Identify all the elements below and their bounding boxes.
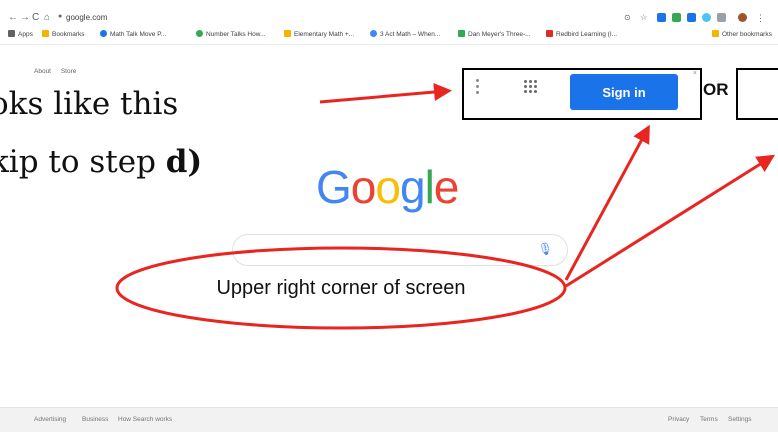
menu-kebab-icon[interactable]: ⋮ <box>756 12 765 24</box>
bookmarks-bar: Apps Bookmarks Math Talk Move P... Numbe… <box>0 28 778 45</box>
bookmark-item[interactable]: Dan Meyer's Three-... <box>458 30 531 38</box>
arrow-to-signin <box>564 124 650 281</box>
bookmark-item[interactable]: Math Talk Move P... <box>100 30 166 38</box>
signin-callout-box: Sign in × <box>462 68 702 120</box>
apps-grid-icon[interactable] <box>524 80 538 93</box>
star-icon[interactable]: ☆ <box>640 12 647 24</box>
logo-letter: G <box>316 161 352 213</box>
bookmark-item[interactable]: Bookmarks <box>42 30 85 38</box>
profile-avatar[interactable] <box>738 13 747 22</box>
bookmark-item[interactable]: Redbird Learning (I... <box>546 30 617 38</box>
alternate-callout-box <box>736 68 778 120</box>
advertising-link[interactable]: Advertising <box>34 416 66 423</box>
bookmark-item[interactable]: 3 Act Math – When... <box>370 30 440 38</box>
more-options-icon[interactable] <box>476 79 480 97</box>
settings-link[interactable]: Settings <box>728 416 752 423</box>
about-link[interactable]: About <box>34 68 51 75</box>
forward-icon[interactable]: → <box>20 12 30 24</box>
logo-letter: o <box>350 161 377 213</box>
other-bookmarks[interactable]: Other bookmarks <box>712 30 772 38</box>
bookmark-item[interactable]: Apps <box>8 30 33 38</box>
close-icon: × <box>692 70 697 77</box>
instruction-line-1: oks like this <box>0 86 179 122</box>
lock-icon: ● <box>58 13 63 20</box>
page-footer: Advertising Business How Search works Ad… <box>0 407 778 432</box>
business-link[interactable]: Business <box>82 416 108 423</box>
extension-icon[interactable] <box>687 13 696 22</box>
store-link[interactable]: Store <box>61 68 77 75</box>
home-icon[interactable]: ⌂ <box>44 12 50 24</box>
logo-letter: o <box>375 161 401 213</box>
extension-icon[interactable] <box>672 13 681 22</box>
how-search-works-link[interactable]: How Search works <box>118 416 172 423</box>
sign-in-button[interactable]: Sign in <box>570 74 678 110</box>
arrow-to-alternate <box>565 154 776 288</box>
bookmark-item[interactable]: Elementary Math +... <box>284 30 354 38</box>
logo-letter: l <box>424 161 435 213</box>
bookmark-item[interactable]: Number Talks How... <box>196 30 265 38</box>
terms-link[interactable]: Terms <box>700 416 718 423</box>
top-links: About Store <box>34 68 84 75</box>
address-bar[interactable]: google.com <box>66 13 107 22</box>
extension-icon[interactable] <box>717 13 726 22</box>
logo-letter: e <box>433 161 460 213</box>
or-label: OR <box>703 80 729 99</box>
back-icon[interactable]: ← <box>8 12 18 24</box>
google-logo: Google <box>316 160 460 214</box>
instruction-line-2: kip to step d) <box>0 144 203 180</box>
annotation-overlay <box>115 83 776 330</box>
arrow-to-callout <box>319 83 452 104</box>
logo-letter: g <box>399 161 426 213</box>
privacy-link[interactable]: Privacy <box>668 416 689 423</box>
reload-icon[interactable]: C <box>32 12 39 24</box>
extension-icon[interactable] <box>657 13 666 22</box>
browser-toolbar: ← → C ⌂ ● google.com ⊙ ☆ ⋮ <box>0 8 778 28</box>
extension-icon[interactable] <box>702 13 711 22</box>
key-icon[interactable]: ⊙ <box>624 12 631 24</box>
annotation-note: Upper right corner of screen <box>216 276 466 299</box>
